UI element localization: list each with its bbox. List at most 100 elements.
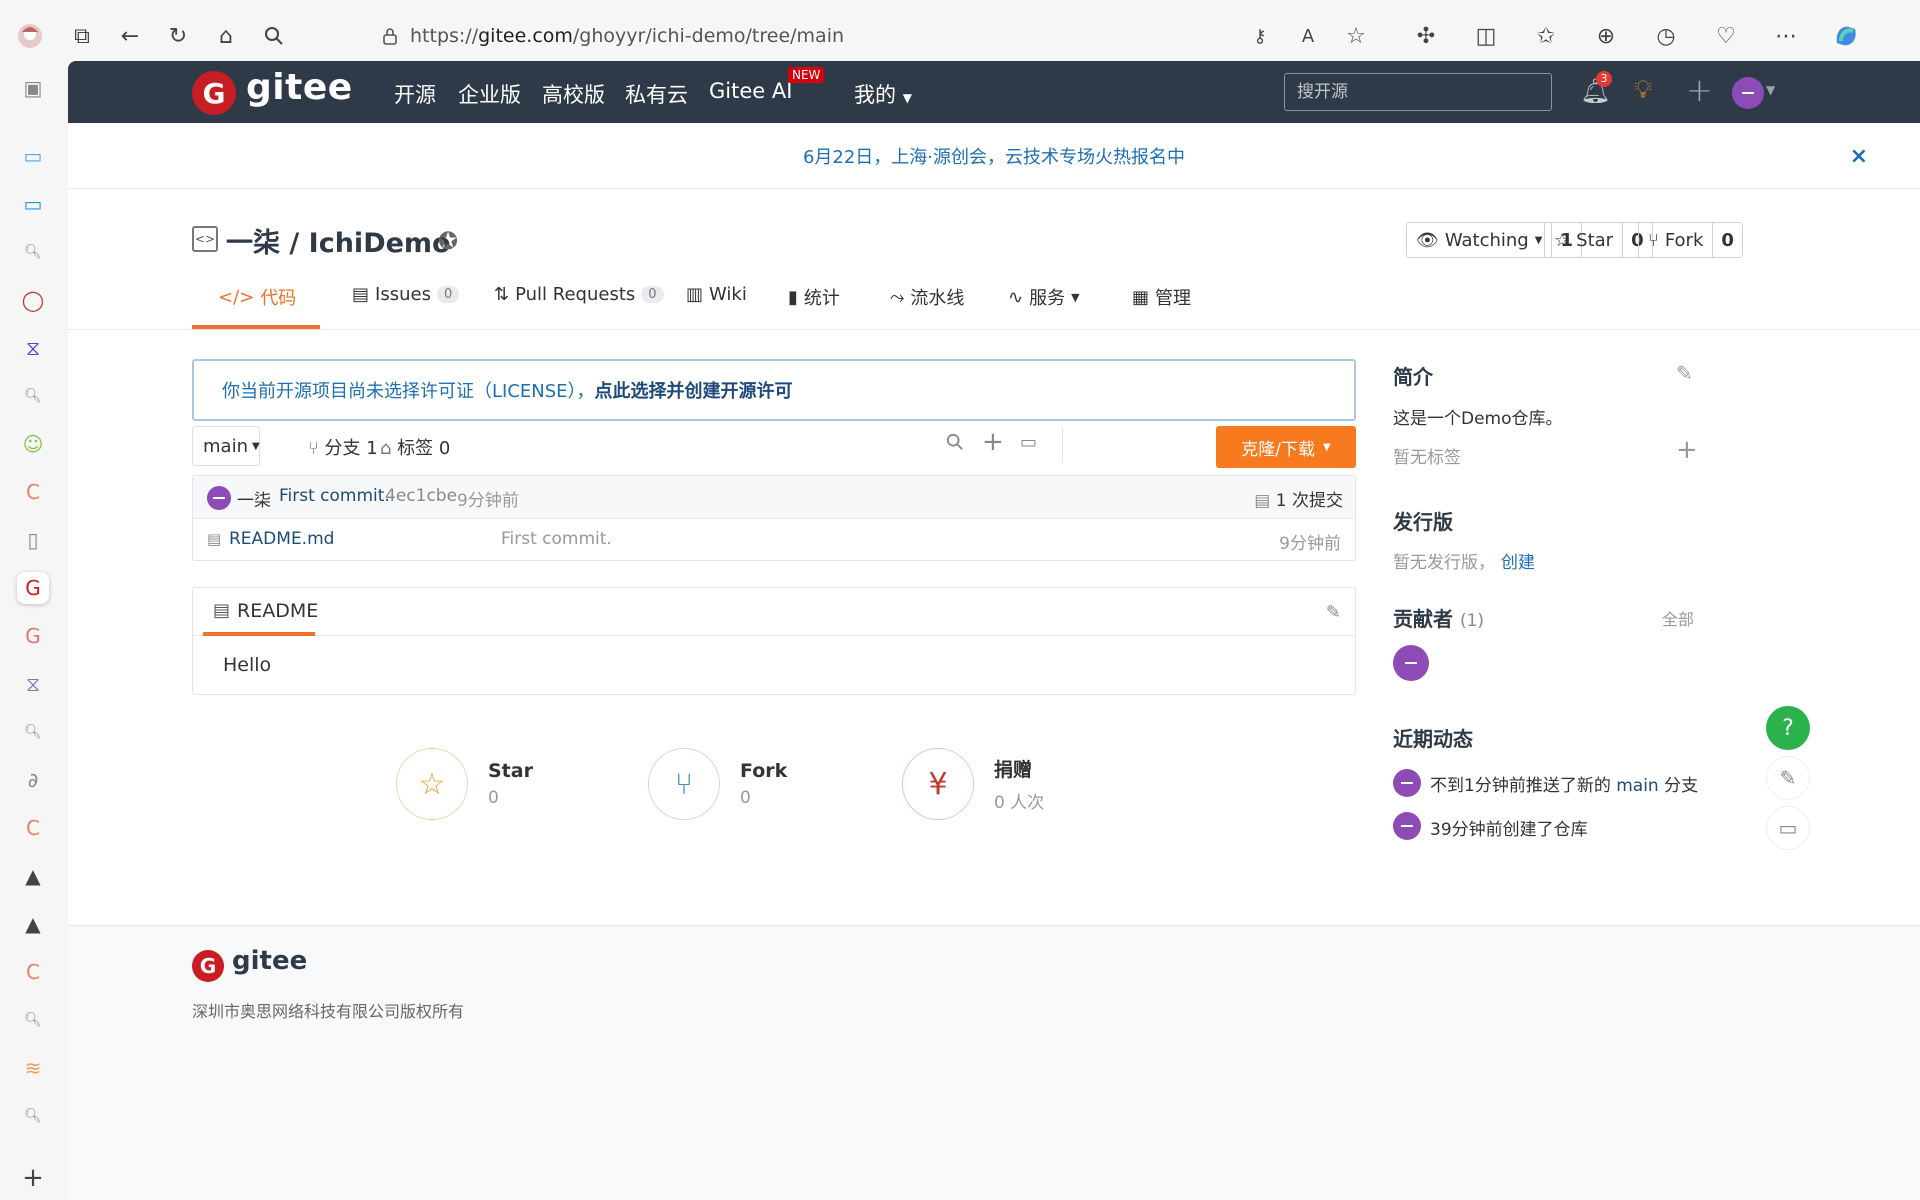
clone-download-button[interactable]: 克隆/下载 ▼	[1216, 426, 1356, 468]
tabs-icon[interactable]: ▣	[17, 72, 49, 104]
tags-link[interactable]: ⌂ 标签 0	[380, 434, 450, 460]
tab-pipeline[interactable]: ⤳ 流水线	[890, 284, 964, 310]
refresh-icon[interactable]: ↻	[162, 20, 194, 52]
gitee-logo-text[interactable]: gitee	[246, 67, 353, 108]
nav-open-source[interactable]: 开源	[394, 79, 436, 109]
read-aloud-icon[interactable]: A	[1292, 20, 1324, 52]
nav-education[interactable]: 高校版	[542, 79, 605, 109]
tab-wiki[interactable]: ▥ Wiki	[686, 284, 747, 305]
hourglass-icon[interactable]: ⧖	[17, 332, 49, 364]
tab-stats[interactable]: ▮ 统计	[788, 284, 840, 310]
add-icon[interactable]: +	[17, 1162, 49, 1194]
stack-icon[interactable]: ≋	[17, 1052, 49, 1084]
edit-icon[interactable]: ✎	[1676, 361, 1693, 385]
gitee-tab-icon[interactable]: G	[17, 572, 49, 604]
banner-text[interactable]: 6月22日，上海·源创会，云技术专场火热报名中	[803, 143, 1185, 169]
search-shortcut-icon[interactable]: 🔍︎	[17, 716, 49, 748]
branch-select[interactable]: main ▼	[192, 426, 260, 466]
caret-down-icon[interactable]: ▼	[1766, 83, 1775, 97]
robot-icon[interactable]: ☺	[17, 428, 49, 460]
profile-avatar-icon[interactable]	[14, 20, 46, 52]
file-commit-message[interactable]: First commit.	[501, 529, 612, 549]
nav-gitee-ai[interactable]: Gitee AI	[709, 79, 792, 103]
nav-private-cloud[interactable]: 私有云	[625, 79, 688, 109]
star-card[interactable]: ☆ Star 0	[396, 748, 533, 820]
activity-avatar[interactable]	[1393, 769, 1421, 797]
lightbulb-icon[interactable]: 💡︎	[1634, 75, 1652, 106]
opera-icon[interactable]: ◯	[17, 284, 49, 316]
readme-tab[interactable]: README	[237, 600, 318, 622]
branches-link[interactable]: ⑂ 分支 1	[308, 434, 378, 460]
tab-issues[interactable]: ▤ Issues 0	[352, 284, 460, 305]
search-shortcut-icon[interactable]: 🔍︎	[17, 236, 49, 268]
graduation-cap-icon[interactable]: ▲	[17, 860, 49, 892]
c-app-icon[interactable]: C	[17, 812, 49, 844]
author-avatar[interactable]	[207, 486, 231, 510]
footer-logo-text[interactable]: gitee	[232, 946, 307, 976]
edit-icon[interactable]: ✎	[1326, 602, 1341, 623]
chat-icon[interactable]: ▭	[1766, 806, 1810, 850]
lock-icon[interactable]	[374, 20, 406, 52]
copilot-icon[interactable]	[1830, 20, 1862, 52]
extensions-icon[interactable]: ✣	[1410, 20, 1442, 52]
fork-card[interactable]: ⑂ Fork 0	[648, 748, 787, 820]
footer-logo-icon[interactable]: G	[192, 950, 224, 982]
badge-icon[interactable]: ✪	[438, 227, 458, 255]
activity-1-branch-link[interactable]: main	[1616, 776, 1658, 796]
license-link[interactable]: 点此选择并创建开源许可	[595, 377, 793, 403]
gitee-logo-icon[interactable]: G	[192, 71, 236, 115]
search-input[interactable]: 搜开源	[1284, 73, 1552, 111]
help-button[interactable]: ?	[1766, 706, 1810, 750]
search-shortcut-icon[interactable]: 🔍︎	[17, 1004, 49, 1036]
search-icon[interactable]	[946, 433, 964, 456]
key-icon[interactable]: ⚷	[1244, 20, 1276, 52]
commit-hash[interactable]: 4ec1cbe	[385, 486, 457, 506]
web-ide-icon[interactable]: ▭	[1020, 432, 1037, 453]
favorites-icon[interactable]: ✩	[1530, 20, 1562, 52]
star-button[interactable]: ☆ Star 0	[1544, 222, 1653, 258]
address-bar[interactable]: https://gitee.com/ghoyyr/ichi-demo/tree/…	[410, 14, 1210, 58]
create-release-link[interactable]: 创建	[1501, 553, 1535, 573]
c-app-icon[interactable]: C	[17, 956, 49, 988]
activity-avatar[interactable]	[1393, 812, 1421, 840]
history-icon[interactable]: ◷	[1650, 20, 1682, 52]
commit-message[interactable]: First commit.	[279, 486, 390, 506]
gitee-icon[interactable]: G	[17, 620, 49, 652]
nav-enterprise[interactable]: 企业版	[458, 79, 521, 109]
search-shortcut-icon[interactable]: 🔍︎	[17, 380, 49, 412]
document-icon[interactable]: ▯	[17, 524, 49, 556]
workspaces-icon[interactable]: ⧉	[66, 20, 98, 52]
bilibili-icon[interactable]: ▭	[17, 140, 49, 172]
commit-count[interactable]: ▤ 1 次提交	[1254, 486, 1343, 511]
swirl-icon[interactable]: ∂	[17, 764, 49, 796]
bilibili-active-icon[interactable]: ▭	[17, 188, 49, 220]
add-tag-icon[interactable]: +	[1676, 435, 1698, 465]
home-icon[interactable]: ⌂	[210, 20, 242, 52]
contributors-all-link[interactable]: 全部	[1662, 606, 1694, 630]
search-shortcut-icon[interactable]: 🔍︎	[17, 1100, 49, 1132]
c-app-icon[interactable]: C	[17, 476, 49, 508]
user-avatar[interactable]	[1732, 77, 1764, 109]
collections-icon[interactable]: ⊕	[1590, 20, 1622, 52]
health-icon[interactable]: ♡	[1710, 20, 1742, 52]
favorite-star-icon[interactable]: ☆	[1340, 20, 1372, 52]
hourglass-icon[interactable]: ⧖	[17, 668, 49, 700]
tab-code[interactable]: </> 代码	[218, 284, 296, 310]
commit-author[interactable]: 一柒	[237, 486, 271, 511]
more-icon[interactable]: ⋯	[1770, 20, 1802, 52]
graduation-cap-icon[interactable]: ▲	[17, 908, 49, 940]
feedback-edit-icon[interactable]: ✎	[1766, 756, 1810, 800]
fork-button[interactable]: ⑂ Fork 0	[1638, 222, 1743, 258]
fork-count[interactable]: 0	[1712, 223, 1742, 257]
tab-pull-requests[interactable]: ⇅ Pull Requests 0	[494, 284, 664, 305]
split-screen-icon[interactable]: ◫	[1470, 20, 1502, 52]
file-name[interactable]: README.md	[229, 529, 334, 549]
contributor-avatar[interactable]	[1393, 645, 1429, 681]
tab-manage[interactable]: ▦ 管理	[1132, 284, 1191, 310]
close-icon[interactable]: ×	[1850, 144, 1868, 169]
table-row[interactable]: ▤ README.md First commit. 9分钟前	[193, 519, 1355, 561]
repo-title[interactable]: 一柒 / IchiDemo	[226, 221, 451, 260]
donate-card[interactable]: ¥ 捐赠 0 人次	[902, 748, 1044, 820]
plus-icon[interactable]: +	[1686, 71, 1713, 109]
back-icon[interactable]: ←	[114, 20, 146, 52]
